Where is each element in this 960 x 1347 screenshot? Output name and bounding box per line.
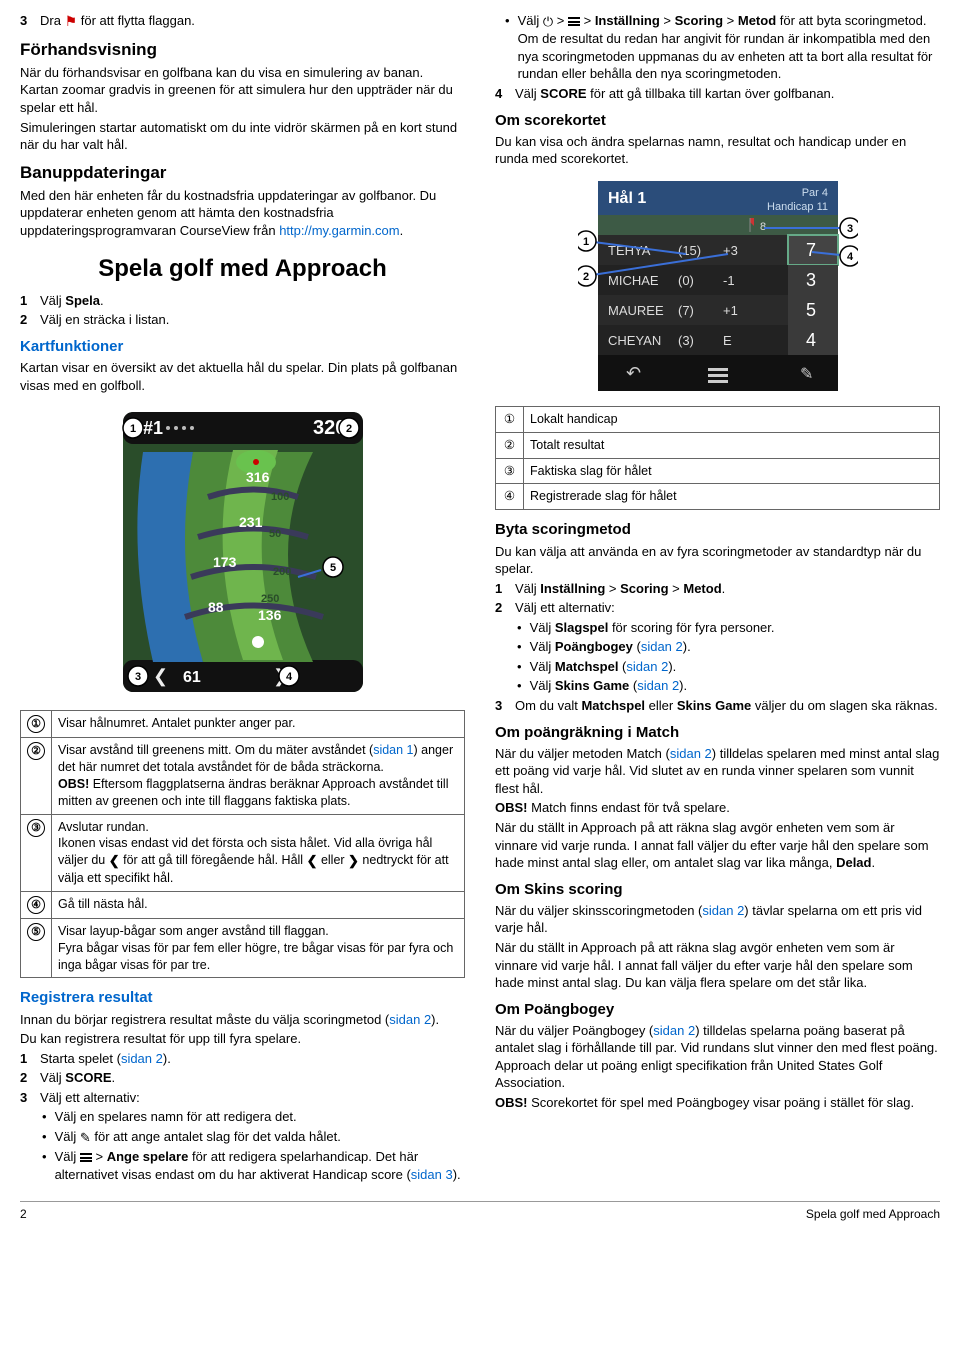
svg-text:100: 100 bbox=[271, 491, 289, 503]
svg-text:5: 5 bbox=[329, 562, 335, 574]
svg-text:CHEYAN: CHEYAN bbox=[608, 333, 661, 348]
svg-text:#1: #1 bbox=[143, 418, 163, 438]
step: 1 Välj Spela. bbox=[20, 292, 465, 310]
page-number: 2 bbox=[20, 1206, 27, 1222]
svg-text:↶: ↶ bbox=[626, 363, 641, 383]
golf-map-svg: #1 320 316 231 173 88 136 1 bbox=[113, 402, 373, 702]
link[interactable]: sidan 2 bbox=[389, 1012, 431, 1027]
svg-text:(15): (15) bbox=[678, 243, 701, 258]
svg-text:2: 2 bbox=[345, 423, 351, 435]
svg-text:2: 2 bbox=[582, 271, 588, 283]
heading-poangbogey: Om Poängbogey bbox=[495, 1000, 940, 1020]
right-column: Välj ⏻ > > Inställning > Scoring > Metod… bbox=[495, 10, 940, 1185]
svg-text:250: 250 bbox=[261, 593, 279, 605]
heading-scorecard: Om scorekortet bbox=[495, 111, 940, 131]
svg-text:4: 4 bbox=[285, 671, 292, 683]
heading-skins: Om Skins scoring bbox=[495, 880, 940, 900]
svg-text:316: 316 bbox=[246, 469, 270, 485]
svg-text:88: 88 bbox=[208, 599, 224, 615]
svg-text:3: 3 bbox=[806, 270, 816, 290]
link[interactable]: sidan 2 bbox=[641, 639, 683, 654]
page-footer: 2 Spela golf med Approach bbox=[20, 1201, 940, 1222]
step-num: 3 bbox=[20, 12, 34, 31]
step: 3 Dra ⚑ för att flytta flaggan. bbox=[20, 12, 465, 31]
menu-icon bbox=[568, 16, 580, 28]
svg-text:173: 173 bbox=[213, 554, 237, 570]
heading-updates: Banuppdateringar bbox=[20, 162, 465, 185]
heading-change-scoring: Byta scoringmetod bbox=[495, 520, 940, 540]
svg-text:1: 1 bbox=[582, 236, 588, 248]
link[interactable]: http://my.garmin.com bbox=[279, 223, 399, 238]
paragraph: Simuleringen startar automatiskt om du i… bbox=[20, 119, 465, 154]
svg-text:136: 136 bbox=[258, 607, 282, 623]
svg-text:231: 231 bbox=[239, 514, 263, 530]
svg-text:3: 3 bbox=[134, 671, 140, 683]
score-legend-table: ①Lokalt handicap ②Totalt resultat ③Fakti… bbox=[495, 406, 940, 511]
svg-text:-1: -1 bbox=[723, 273, 735, 288]
pencil-icon: ✎ bbox=[80, 1129, 91, 1147]
link[interactable]: sidan 2 bbox=[626, 659, 668, 674]
svg-text:5: 5 bbox=[806, 300, 816, 320]
paragraph: När du förhandsvisar en golfbana kan du … bbox=[20, 64, 465, 117]
svg-text:MAUREE: MAUREE bbox=[608, 303, 664, 318]
chevron-left-icon: ❮ bbox=[307, 852, 318, 870]
svg-text:✎: ✎ bbox=[800, 366, 813, 383]
svg-text:3: 3 bbox=[846, 223, 852, 235]
power-icon: ⏻ bbox=[543, 13, 553, 31]
chevron-left-icon: ❮ bbox=[109, 852, 120, 870]
svg-text:+1: +1 bbox=[723, 303, 738, 318]
footer-title: Spela golf med Approach bbox=[806, 1206, 940, 1222]
flag-icon: ⚑ bbox=[65, 12, 78, 31]
scorecard-figure: Hål 1 Par 4 Handicap 11 8 TEHYA (15) +3 … bbox=[495, 176, 940, 396]
paragraph: Kartan visar en översikt av det aktuella… bbox=[20, 359, 465, 394]
heading-register: Registrera resultat bbox=[20, 988, 465, 1008]
svg-text:(3): (3) bbox=[678, 333, 694, 348]
chevron-right-icon: ❯ bbox=[348, 852, 359, 870]
map-figure: #1 320 316 231 173 88 136 1 bbox=[20, 402, 465, 702]
left-column: 3 Dra ⚑ för att flytta flaggan. Förhands… bbox=[20, 10, 465, 1185]
link[interactable]: sidan 2 bbox=[670, 746, 712, 761]
svg-text:❮: ❮ bbox=[153, 666, 168, 687]
svg-text:4: 4 bbox=[846, 251, 853, 263]
svg-text:(7): (7) bbox=[678, 303, 694, 318]
link[interactable]: sidan 2 bbox=[121, 1051, 163, 1066]
heading-play: Spela golf med Approach bbox=[20, 253, 465, 285]
paragraph: Med den här enheten får du kostnadsfria … bbox=[20, 187, 465, 240]
link[interactable]: sidan 2 bbox=[653, 1023, 695, 1038]
svg-text:50: 50 bbox=[269, 528, 281, 540]
step-body: Dra ⚑ för att flytta flaggan. bbox=[40, 12, 465, 31]
map-legend-table: ①Visar hålnumret. Antalet punkter anger … bbox=[20, 710, 465, 978]
heading-mapfunctions: Kartfunktioner bbox=[20, 337, 465, 357]
svg-text:Par 4: Par 4 bbox=[801, 187, 827, 199]
step: 2 Välj en sträcka i listan. bbox=[20, 311, 465, 329]
svg-text:+3: +3 bbox=[723, 243, 738, 258]
svg-text:Hål 1: Hål 1 bbox=[608, 189, 646, 207]
link[interactable]: sidan 1 bbox=[373, 743, 413, 757]
menu-icon bbox=[80, 1152, 92, 1164]
link[interactable]: sidan 2 bbox=[702, 903, 744, 918]
scorecard-svg: Hål 1 Par 4 Handicap 11 8 TEHYA (15) +3 … bbox=[578, 176, 858, 396]
heading-match: Om poängräkning i Match bbox=[495, 723, 940, 743]
link[interactable]: sidan 2 bbox=[637, 678, 679, 693]
svg-text:200: 200 bbox=[273, 566, 291, 578]
svg-text:1: 1 bbox=[129, 423, 135, 435]
svg-text:4: 4 bbox=[806, 330, 816, 350]
svg-text:(0): (0) bbox=[678, 273, 694, 288]
svg-text:E: E bbox=[723, 333, 732, 348]
svg-text:Handicap 11: Handicap 11 bbox=[767, 201, 828, 213]
svg-text:7: 7 bbox=[806, 240, 816, 260]
link[interactable]: sidan 3 bbox=[411, 1167, 453, 1182]
heading-preview: Förhandsvisning bbox=[20, 39, 465, 62]
svg-text:61: 61 bbox=[183, 669, 201, 686]
svg-text:MICHAE: MICHAE bbox=[608, 273, 659, 288]
